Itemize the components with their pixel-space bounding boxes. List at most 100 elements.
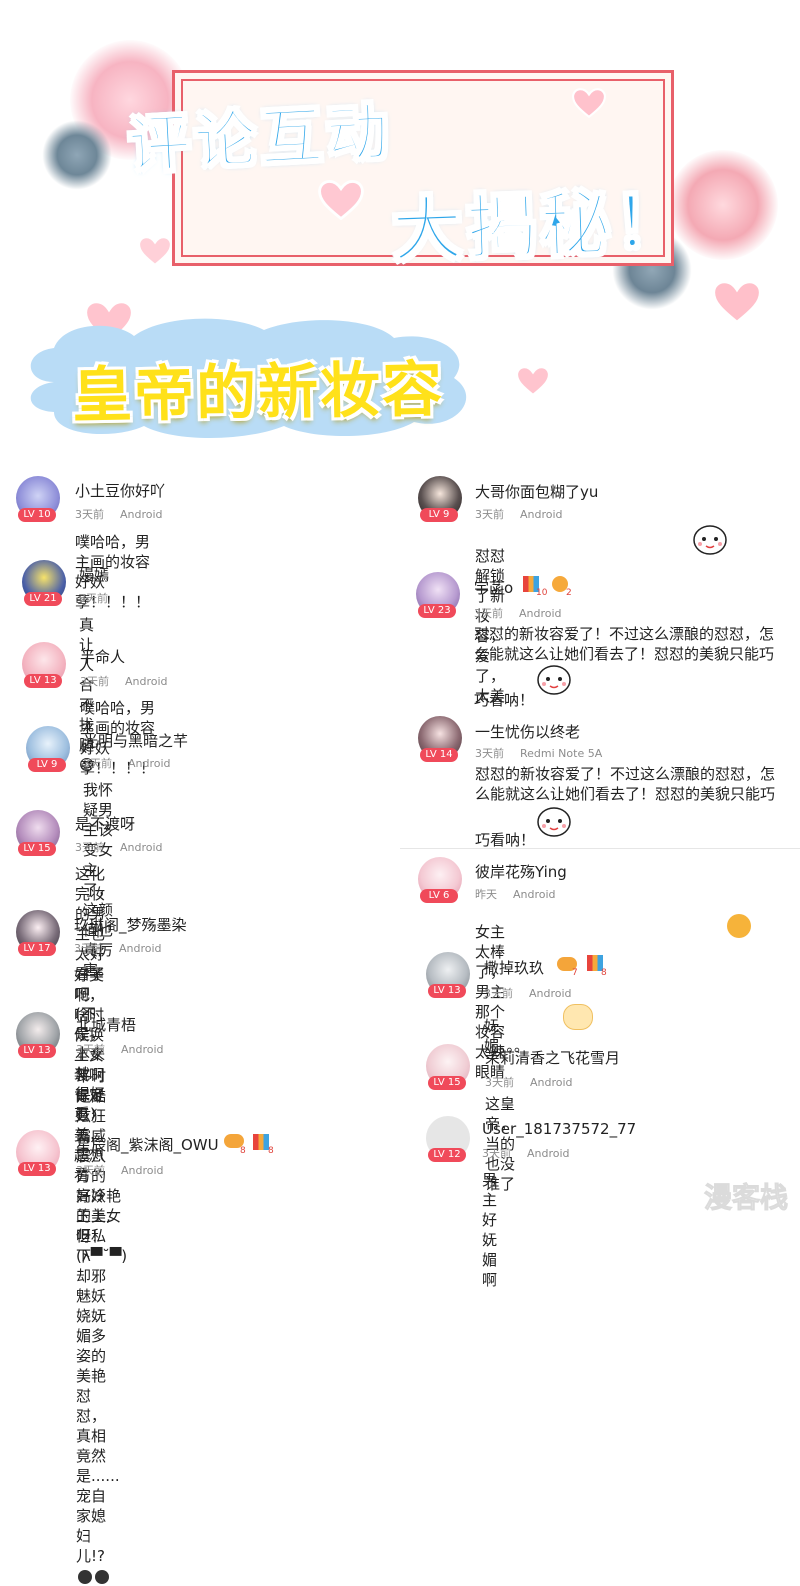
comment-meta: 3天前 Android [475, 506, 563, 522]
username[interactable]: 北城青梧 [76, 1014, 136, 1035]
level-badge: LV 23 [418, 604, 456, 618]
device: Android [121, 1164, 164, 1177]
level-badge: LV 21 [24, 592, 62, 606]
comment-text: 怼怼的新妆容爱了！不过这么漂酿的怼怼，怎 么能就这么让她们看去了！怼怼的美貌只能… [475, 764, 795, 850]
device: Android [120, 841, 163, 854]
username[interactable]: 星辰阁_紫沫阁_OWU [76, 1134, 219, 1155]
device: Android [513, 888, 556, 901]
comment-meta: 3天前 Redmi Note 5A [475, 745, 602, 761]
timestamp: 3天前 [83, 757, 112, 770]
username[interactable]: 彼岸花殇Ying [475, 861, 567, 882]
level-badge: LV 15 [428, 1076, 466, 1090]
device: Redmi Note 5A [520, 747, 603, 760]
comment-meta: 3天前 Android [80, 673, 168, 689]
heart-icon [712, 280, 762, 324]
level-badge: LV 6 [420, 889, 458, 903]
comment-showcase-page: 评论互动 大揭秘！ 皇帝的新妆容 LV 10 小土豆你好吖 3天前 Androi… [0, 0, 800, 1584]
dark-face-emoji-icon [95, 1569, 109, 1584]
dark-face-emoji-icon [78, 1569, 92, 1584]
timestamp: 3天前 [484, 987, 513, 1000]
level-badge: LV 10 [18, 508, 56, 522]
bun-face-emoji-icon [692, 522, 728, 556]
username[interactable]: User_181737572_77 [482, 1120, 636, 1138]
timestamp: 3天前 [485, 1076, 514, 1089]
badge-count: 8 [601, 968, 607, 978]
badge-count: 7 [572, 968, 578, 978]
badge-count: 8 [240, 1146, 246, 1156]
timestamp: 3天前 [75, 841, 104, 854]
level-badge: LV 13 [18, 1162, 56, 1176]
comment-meta: 3天前 Android [76, 1041, 164, 1057]
timestamp: 3天前 [80, 675, 109, 688]
timestamp: 3天前 [474, 607, 503, 620]
heart-icon [516, 366, 550, 396]
level-badge: LV 13 [18, 1044, 56, 1058]
comment-text-line: 么能就这么让她们看去了！怼怼的美貌只能巧 [475, 785, 776, 803]
username[interactable]: 小土豆你好吖 [75, 480, 165, 501]
timestamp: 3天前 [74, 942, 103, 955]
comment-meta: 3天前 Android [485, 1074, 573, 1090]
bun-face-emoji-icon [536, 804, 572, 838]
bun-face-emoji-icon [536, 662, 572, 696]
comment-meta: 昨天 Android [475, 886, 556, 902]
badge-count: 10 [536, 588, 548, 598]
level-badge: LV 9 [28, 758, 66, 772]
comment-text-line: 怼怼的新妆容爱了！不过这么漂酿的怼怼，怎 [474, 625, 775, 643]
comment-meta: 3天前 [79, 590, 108, 606]
level-badge: LV 13 [428, 984, 466, 998]
device: Android [125, 675, 168, 688]
username[interactable]: 茉莉清香之飞花雪月 [485, 1047, 620, 1068]
comment-text-line: 是......宠自家媳妇儿!? [76, 1466, 120, 1586]
username[interactable]: 光明与黑暗之芊 [83, 730, 188, 751]
device: Android [530, 1076, 573, 1089]
timestamp: 3天前 [482, 1147, 511, 1160]
username[interactable]: 是不渡呀 [75, 813, 135, 834]
subtitle: 皇帝的新妆容 [71, 354, 445, 432]
level-badge: LV 14 [420, 748, 458, 762]
watermark-logo: 漫客栈 [703, 1181, 788, 1215]
username[interactable]: 宇菡o [474, 577, 513, 598]
banner-title-line2: 大揭秘！ [390, 179, 691, 273]
comment-text-line: 么能就这么让她们看去了！怼怼的美貌只能巧 [474, 645, 775, 663]
device: Android [527, 1147, 570, 1160]
username[interactable]: 嫚嫣 [79, 564, 109, 585]
device: Android [121, 1043, 164, 1056]
device: Android [519, 607, 562, 620]
level-badge: LV 15 [18, 842, 56, 856]
timestamp: 3天前 [76, 1043, 105, 1056]
timestamp: 3天前 [79, 592, 108, 605]
comment-meta: 3天前 Android [74, 940, 162, 956]
username[interactable]: 玖琳阁_梦殇墨染 [74, 914, 187, 935]
comment-meta: 3天前 Android [482, 1145, 570, 1161]
comment-text: 怼怼的新妆容爱了！不过这么漂酿的怼怼，怎 么能就这么让她们看去了！怼怼的美貌只能… [474, 624, 794, 710]
device: Android [520, 508, 563, 521]
leaf-decoration-left [42, 120, 112, 190]
username[interactable]: 撒掉玖玖 [484, 957, 544, 978]
comment-text-line: 巧看呐！ [475, 831, 536, 849]
laughing-emoji-icon [727, 914, 751, 938]
timestamp: 3天前 [75, 508, 104, 521]
badge-count: 2 [566, 588, 572, 598]
book-badge-icon [253, 1134, 269, 1150]
level-badge: LV 17 [18, 942, 56, 956]
level-badge: LV 12 [428, 1148, 466, 1162]
timestamp: 昨天 [475, 888, 497, 901]
device: Android [128, 757, 171, 770]
comment-text: 好妖艳的美女呀！(λ▀˘▀) [76, 1187, 128, 1265]
comment-meta: 3天前 Android [484, 985, 572, 1001]
heart-icon [138, 236, 172, 266]
comment-meta: 3天前 Android [75, 506, 163, 522]
badge-count: 8 [268, 1146, 274, 1156]
cloud-emoji-icon [563, 1004, 593, 1030]
username[interactable]: 一生忧伤以终老 [475, 721, 580, 742]
device: Android [120, 508, 163, 521]
comment-meta: 3天前 Android [83, 755, 171, 771]
device: Android [119, 942, 162, 955]
banner-title-line1: 评论互动 [126, 94, 395, 183]
username[interactable]: 大哥你面包糊了yu [475, 481, 598, 502]
timestamp: 3天前 [76, 1164, 105, 1177]
timestamp: 3天前 [475, 747, 504, 760]
username[interactable]: 半命人 [80, 646, 125, 667]
heart-icon [572, 88, 606, 118]
level-badge: LV 13 [24, 674, 62, 688]
